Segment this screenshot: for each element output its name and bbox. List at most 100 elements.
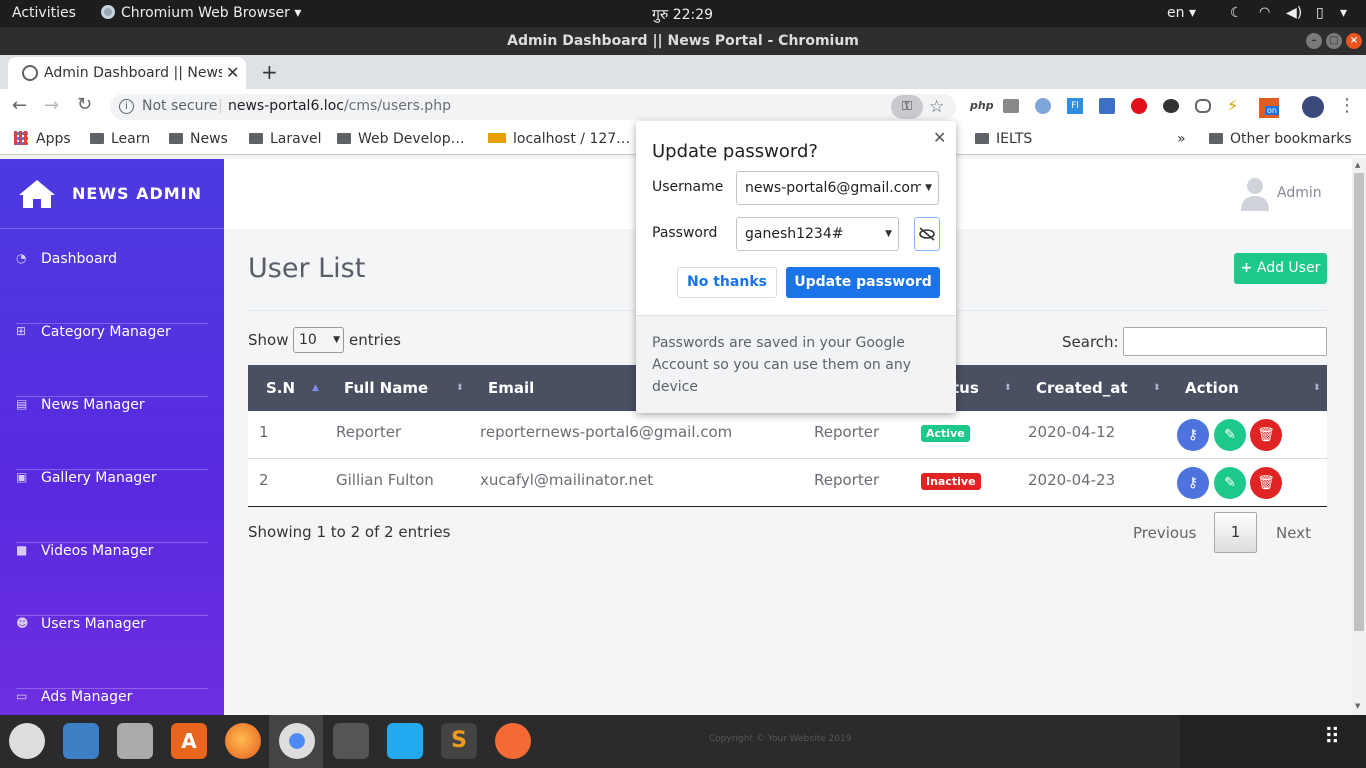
bookmark-learn[interactable]: Learn (90, 131, 150, 147)
forward-icon[interactable]: → (44, 95, 59, 116)
files-app-icon[interactable] (117, 723, 153, 759)
username-select[interactable]: news-portal6@gmail.com ▼ (736, 171, 939, 205)
cell-role: Reporter (814, 471, 880, 489)
language-menu[interactable]: en ▾ (1167, 5, 1196, 21)
window-title-bar: Admin Dashboard || News Portal - Chromiu… (0, 27, 1366, 55)
star-icon[interactable]: ☆ (929, 97, 944, 117)
maximize-icon[interactable]: □ (1326, 33, 1342, 49)
extension-icon[interactable] (1163, 99, 1179, 113)
sidebar-item-videos[interactable]: ■ Videos Manager (16, 543, 208, 616)
minimize-icon[interactable]: – (1306, 33, 1322, 49)
bookmark-news[interactable]: News (169, 131, 228, 147)
close-icon[interactable]: × (1346, 33, 1362, 49)
video-editor-icon[interactable] (333, 723, 369, 759)
clock[interactable]: गुरु 22:29 (652, 5, 713, 24)
brand-title[interactable]: NEWS ADMIN (72, 184, 202, 203)
sidebar-item-news[interactable]: ▤ News Manager (16, 397, 208, 470)
show-apps-icon[interactable]: ⠿ (1324, 725, 1340, 750)
webcam-app-icon[interactable] (9, 723, 45, 759)
extension-icon[interactable] (1035, 98, 1051, 114)
back-icon[interactable]: ← (12, 95, 27, 116)
extension-icon[interactable] (1195, 99, 1211, 113)
sidebar-item-gallery[interactable]: ▣ Gallery Manager (16, 470, 208, 543)
update-password-button[interactable]: Update password (786, 267, 940, 298)
pager-page-1[interactable]: 1 (1214, 512, 1257, 553)
home-icon[interactable] (18, 179, 56, 209)
folder-icon (337, 133, 351, 144)
php-extension-icon[interactable]: php (970, 99, 994, 112)
close-icon[interactable]: ✕ (933, 128, 946, 147)
document-viewer-icon[interactable] (63, 723, 99, 759)
vscode-icon[interactable] (387, 723, 423, 759)
battery-icon[interactable]: ▯ (1316, 5, 1324, 21)
bookmark-laravel[interactable]: Laravel (249, 131, 322, 147)
software-center-icon[interactable]: A (171, 723, 207, 759)
scrollbar-thumb[interactable] (1354, 173, 1364, 631)
wifi-icon[interactable]: ◠ (1259, 5, 1270, 20)
key-icon[interactable]: ⚷ (1177, 419, 1209, 451)
menu-kebab-icon[interactable]: ⋮ (1338, 95, 1356, 116)
app-menu[interactable]: Chromium Web Browser ▾ (101, 5, 301, 21)
dialog-title: Update password? (652, 141, 818, 162)
scroll-down-icon[interactable]: ▼ (1355, 702, 1360, 710)
fl-extension-icon[interactable]: Fl (1067, 98, 1083, 114)
chromium-dock-icon[interactable] (279, 723, 315, 759)
on-extension-icon[interactable]: on (1259, 98, 1279, 118)
activities-button[interactable]: Activities (12, 5, 76, 21)
camera-extension-icon[interactable] (1003, 99, 1019, 113)
column-action[interactable]: Action (1185, 365, 1239, 411)
add-user-button[interactable]: + Add User (1234, 253, 1327, 284)
info-icon[interactable]: i (119, 99, 134, 114)
column-status[interactable]: tus (952, 365, 979, 411)
lightning-extension-icon[interactable]: ⚡ (1227, 96, 1238, 115)
night-icon[interactable]: ☾ (1230, 5, 1243, 21)
scrollbar[interactable]: ▲ ▼ (1352, 159, 1366, 715)
scroll-up-icon[interactable]: ▲ (1355, 161, 1360, 169)
sidebar-item-dashboard[interactable]: ◔ Dashboard (16, 251, 208, 324)
firefox-icon[interactable] (225, 723, 261, 759)
trash-icon[interactable]: 🗑 (1250, 419, 1282, 451)
search-input[interactable] (1123, 327, 1327, 356)
adblock-extension-icon[interactable] (1131, 98, 1147, 114)
bookmark-label: Learn (111, 131, 151, 147)
key-icon[interactable]: ⚷ (1177, 467, 1209, 499)
divider (0, 228, 224, 229)
translate-extension-icon[interactable] (1099, 98, 1115, 114)
edit-icon[interactable]: ✎ (1214, 467, 1246, 499)
no-thanks-button[interactable]: No thanks (677, 267, 777, 298)
postman-icon[interactable] (495, 723, 531, 759)
edit-icon[interactable]: ✎ (1214, 419, 1246, 451)
user-avatar-icon[interactable] (1240, 177, 1270, 211)
column-full-name[interactable]: Full Name (344, 365, 428, 411)
cell-role: Reporter (814, 423, 880, 441)
bookmark-web-develop[interactable]: Web Develop… (337, 131, 465, 147)
address-bar[interactable]: i Not secure | news-portal6.loc/cms/user… (110, 94, 956, 120)
bookmark-other[interactable]: Other bookmarks (1209, 131, 1352, 147)
sidebar-item-category[interactable]: ⊞ Category Manager (16, 324, 208, 397)
sidebar-item-users[interactable]: ☻ Users Manager (16, 616, 208, 689)
chevron-down-icon[interactable]: ▾ (1340, 5, 1347, 21)
bookmark-apps[interactable]: Apps (14, 131, 71, 147)
browser-tab[interactable]: Admin Dashboard || News ✕ (8, 57, 246, 89)
avatar[interactable] (1302, 96, 1324, 118)
toggle-password-visibility[interactable] (914, 217, 940, 251)
column-created-at[interactable]: Created_at (1036, 365, 1128, 411)
key-icon[interactable]: ⚿ (891, 95, 923, 119)
pager-previous[interactable]: Previous (1133, 524, 1196, 542)
volume-icon[interactable]: ◀) (1286, 5, 1302, 21)
bookmarks-overflow[interactable]: » (1177, 131, 1186, 147)
close-tab-icon[interactable]: ✕ (226, 63, 239, 82)
header-username[interactable]: Admin (1277, 185, 1322, 201)
entries-select[interactable]: 10 ▼ (293, 327, 344, 353)
password-select[interactable]: ganesh1234# ▼ (736, 217, 899, 251)
sublime-text-icon[interactable]: S (441, 723, 477, 759)
column-email[interactable]: Email (488, 365, 534, 411)
bookmark-localhost[interactable]: localhost / 127… (488, 131, 630, 147)
sidebar-item-label: Category Manager (41, 324, 171, 340)
trash-icon[interactable]: 🗑 (1250, 467, 1282, 499)
bookmark-ielts[interactable]: IELTS (975, 131, 1032, 147)
new-tab-icon[interactable]: + (261, 60, 278, 84)
pager-next[interactable]: Next (1276, 524, 1311, 542)
reload-icon[interactable]: ↻ (77, 94, 92, 115)
column-sn[interactable]: S.N (266, 365, 295, 411)
